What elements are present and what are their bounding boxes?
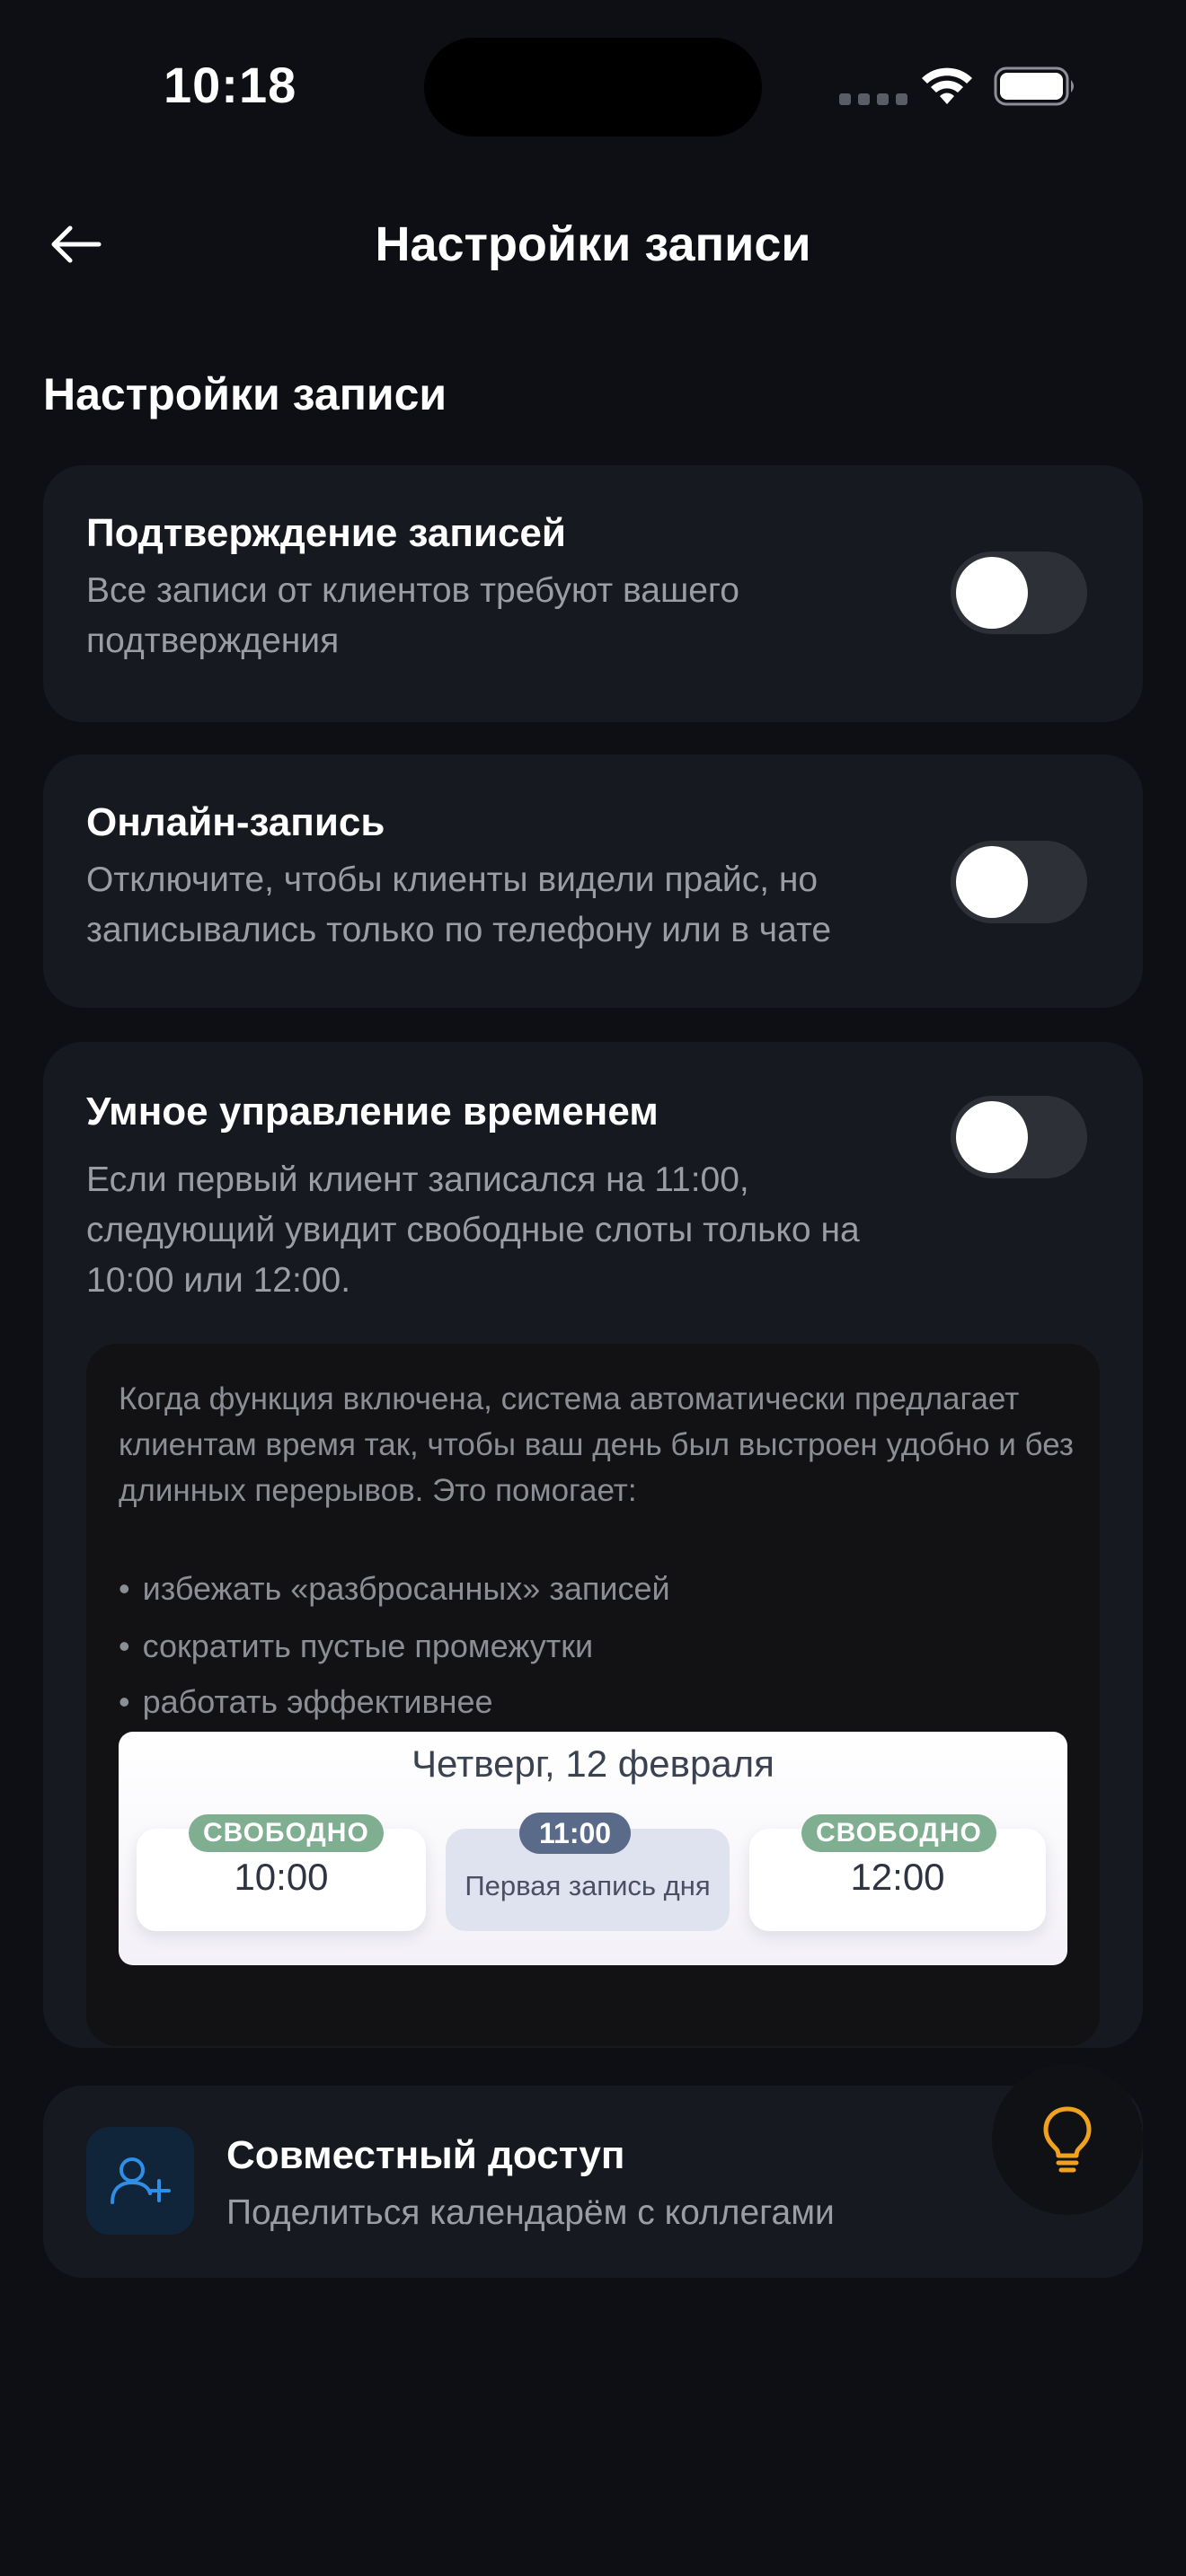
toggle-knob	[956, 557, 1028, 629]
setting-title: Онлайн-запись	[86, 800, 385, 844]
shared-access-title: Совместный доступ	[226, 2133, 625, 2177]
setting-card-smart-time: Умное управление временем Если первый кл…	[43, 1042, 1143, 2048]
info-bullet: • сократить пустые промежутки	[119, 1628, 594, 1664]
status-time: 10:18	[164, 57, 297, 113]
setting-description: Если первый клиент записался на 11:00, с…	[86, 1160, 860, 1300]
page-title: Настройки записи	[375, 217, 811, 271]
info-box: Когда функция включена, система автомати…	[86, 1344, 1100, 2046]
wifi-icon	[922, 67, 972, 104]
info-bullet: • работать эффективнее	[119, 1683, 493, 1720]
slot-label: Первая запись дня	[465, 1870, 711, 1901]
smart-time-toggle[interactable]	[951, 1096, 1087, 1178]
info-text: Когда функция включена, система автомати…	[119, 1381, 1074, 1508]
toggle-knob	[956, 1101, 1028, 1173]
free-badge: СВОБОДНО	[801, 1814, 996, 1852]
shared-access-card[interactable]: Совместный доступ Поделиться календарём …	[43, 2086, 1143, 2278]
shared-access-description: Поделиться календарём с коллегами	[226, 2193, 835, 2232]
dynamic-island	[424, 38, 762, 137]
schedule-preview-image: Четверг, 12 февраля 10:00 СВОБОДНО Перва…	[119, 1732, 1067, 1965]
signal-dots-icon	[839, 93, 907, 105]
setting-card-online-booking: Онлайн-запись Отключите, чтобы клиенты в…	[43, 754, 1143, 1008]
setting-title: Подтверждение записей	[86, 511, 566, 555]
toggle-knob	[956, 846, 1028, 918]
online-booking-toggle[interactable]	[951, 841, 1087, 923]
free-badge: СВОБОДНО	[189, 1814, 384, 1852]
setting-card-confirmation: Подтверждение записей Все записи от клие…	[43, 465, 1143, 722]
setting-description: Отключите, чтобы клиенты видели прайс, н…	[86, 860, 832, 949]
setting-title: Умное управление временем	[86, 1090, 659, 1134]
add-user-icon	[86, 2127, 194, 2235]
info-bullet: • избежать «разбросанных» записей	[119, 1570, 670, 1607]
tips-button[interactable]	[992, 2064, 1143, 2215]
slot-time: 12:00	[850, 1856, 945, 1898]
status-bar: 10:18	[0, 0, 1186, 162]
setting-description: Все записи от клиентов требуют вашего по…	[86, 571, 739, 660]
preview-date: Четверг, 12 февраля	[412, 1742, 774, 1785]
section-title: Настройки записи	[43, 369, 447, 419]
booked-time-badge: 11:00	[519, 1813, 632, 1854]
confirmation-toggle[interactable]	[951, 551, 1087, 634]
slot-time: 10:00	[234, 1856, 329, 1898]
battery-icon	[994, 66, 1074, 106]
lightbulb-icon	[1043, 2106, 1092, 2173]
